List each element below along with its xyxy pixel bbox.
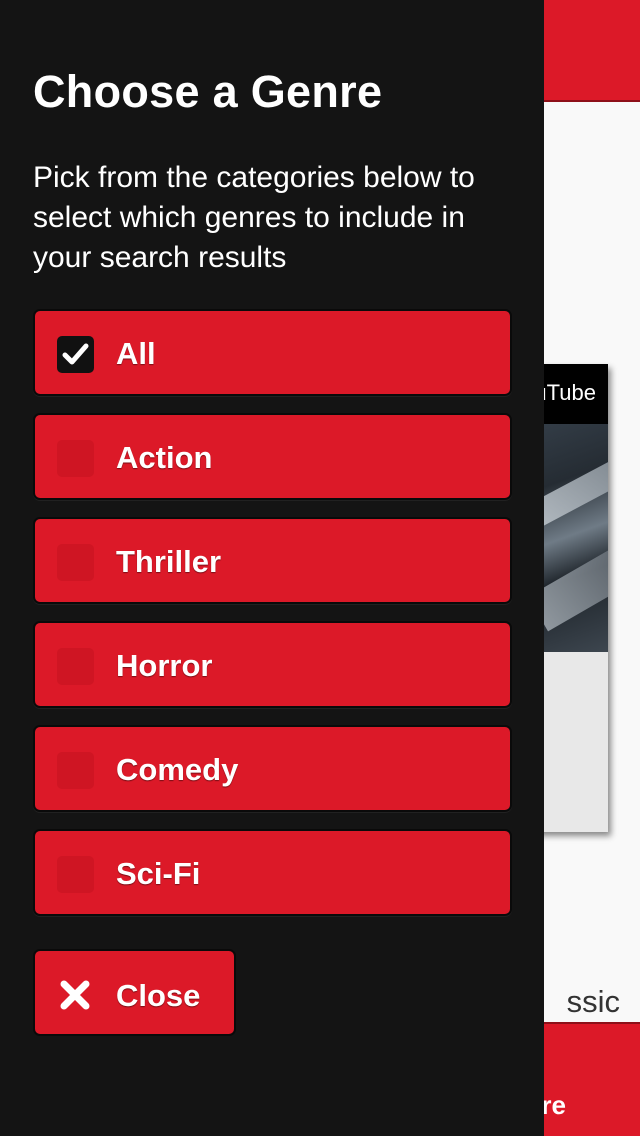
genre-option-sci-fi[interactable]: Sci-Fi [33, 829, 512, 916]
panel-description: Pick from the categories below to select… [33, 161, 475, 274]
checkbox[interactable] [57, 752, 94, 789]
genre-option-horror[interactable]: Horror [33, 621, 512, 708]
genre-option-thriller[interactable]: Thriller [33, 517, 512, 604]
genre-label: All [116, 336, 156, 371]
genre-option-all[interactable]: All [33, 309, 512, 396]
checkbox[interactable] [57, 544, 94, 581]
checkbox[interactable] [57, 440, 94, 477]
checkmark-icon [62, 343, 89, 365]
genre-label: Horror [116, 648, 213, 683]
checkbox[interactable] [57, 856, 94, 893]
app-screen: uTube ssic re Choose a Genre Pick from t… [0, 0, 640, 1136]
genre-label: Action [116, 440, 213, 475]
close-icon [60, 980, 90, 1010]
genre-label: Sci-Fi [116, 856, 201, 891]
checkbox[interactable] [57, 648, 94, 685]
close-button[interactable]: Close [33, 949, 236, 1036]
genre-label: Comedy [116, 752, 239, 787]
genre-panel: Choose a Genre Pick from the categories … [0, 0, 544, 1136]
checkbox[interactable] [57, 336, 94, 373]
genre-option-comedy[interactable]: Comedy [33, 725, 512, 812]
panel-title: Choose a Genre [33, 66, 383, 117]
close-button-label: Close [116, 978, 201, 1013]
genre-option-action[interactable]: Action [33, 413, 512, 500]
genre-label: Thriller [116, 544, 222, 579]
